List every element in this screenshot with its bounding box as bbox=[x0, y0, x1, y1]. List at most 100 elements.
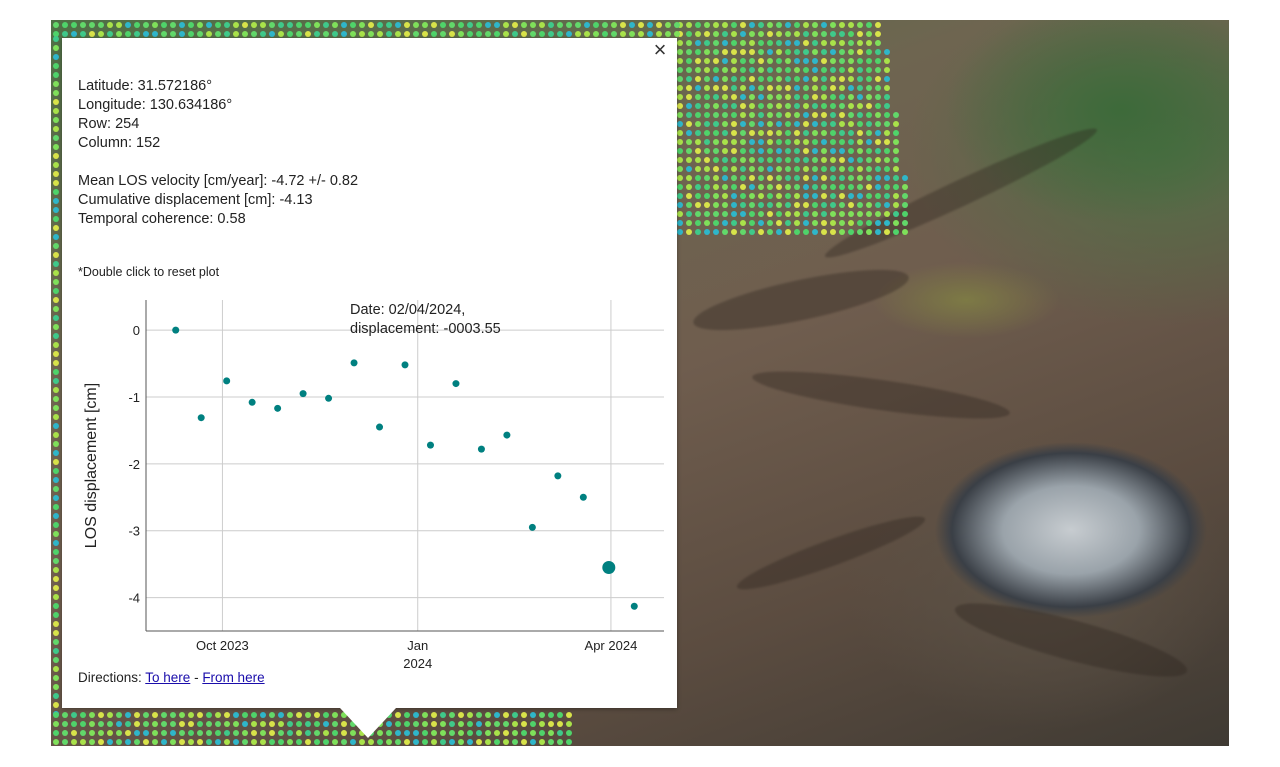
to-here-link[interactable]: To here bbox=[145, 670, 190, 685]
insar-point bbox=[848, 220, 854, 226]
insar-point bbox=[803, 130, 809, 136]
insar-point bbox=[350, 739, 356, 745]
insar-point bbox=[53, 702, 59, 708]
insar-point bbox=[686, 22, 692, 28]
insar-point bbox=[53, 144, 59, 150]
insar-point bbox=[794, 184, 800, 190]
insar-point bbox=[53, 333, 59, 339]
insar-point bbox=[677, 202, 683, 208]
insar-point bbox=[449, 22, 455, 28]
insar-point bbox=[722, 31, 728, 37]
insar-point bbox=[812, 31, 818, 37]
insar-point bbox=[215, 730, 221, 736]
insar-point bbox=[53, 459, 59, 465]
insar-point bbox=[80, 31, 86, 37]
insar-point bbox=[821, 49, 827, 55]
insar-point bbox=[395, 22, 401, 28]
insar-point bbox=[731, 40, 737, 46]
insar-point bbox=[224, 721, 230, 727]
insar-point bbox=[80, 739, 86, 745]
insar-point bbox=[758, 229, 764, 235]
insar-point bbox=[233, 730, 239, 736]
insar-point bbox=[839, 229, 845, 235]
insar-point bbox=[713, 229, 719, 235]
insar-point bbox=[476, 730, 482, 736]
insar-point bbox=[53, 36, 59, 42]
insar-point bbox=[803, 148, 809, 154]
insar-point bbox=[53, 99, 59, 105]
insar-point bbox=[260, 22, 266, 28]
insar-point bbox=[89, 31, 95, 37]
insar-point bbox=[830, 175, 836, 181]
insar-point bbox=[866, 166, 872, 172]
insar-point bbox=[53, 675, 59, 681]
insar-point bbox=[521, 712, 527, 718]
insar-point bbox=[368, 31, 374, 37]
insar-point bbox=[848, 229, 854, 235]
insar-point bbox=[812, 94, 818, 100]
insar-point bbox=[89, 730, 95, 736]
insar-point bbox=[758, 103, 764, 109]
insar-point bbox=[152, 31, 158, 37]
insar-point bbox=[767, 193, 773, 199]
insar-point bbox=[494, 739, 500, 745]
insar-point bbox=[494, 712, 500, 718]
insar-point bbox=[875, 148, 881, 154]
displacement-chart[interactable]: 0 -1 -2 -3 -4 Oct 2023 Jan 2024 Apr 2024 LOS disp… bbox=[62, 38, 677, 678]
insar-point bbox=[179, 22, 185, 28]
insar-point bbox=[848, 67, 854, 73]
insar-point bbox=[767, 220, 773, 226]
insar-point bbox=[704, 121, 710, 127]
insar-point bbox=[713, 103, 719, 109]
insar-point bbox=[830, 103, 836, 109]
insar-point bbox=[749, 22, 755, 28]
insar-point bbox=[206, 31, 212, 37]
insar-point bbox=[821, 85, 827, 91]
insar-point bbox=[713, 139, 719, 145]
insar-point bbox=[323, 730, 329, 736]
insar-point bbox=[812, 211, 818, 217]
insar-point bbox=[713, 76, 719, 82]
insar-point bbox=[767, 130, 773, 136]
insar-point bbox=[242, 31, 248, 37]
insar-point bbox=[758, 85, 764, 91]
insar-point bbox=[170, 22, 176, 28]
insar-point bbox=[134, 31, 140, 37]
insar-point bbox=[677, 112, 683, 118]
insar-point bbox=[866, 220, 872, 226]
insar-point bbox=[884, 130, 890, 136]
insar-point bbox=[449, 31, 455, 37]
insar-point bbox=[188, 739, 194, 745]
insar-point bbox=[848, 94, 854, 100]
insar-point bbox=[803, 94, 809, 100]
insar-point bbox=[758, 220, 764, 226]
insar-point bbox=[53, 504, 59, 510]
from-here-link[interactable]: From here bbox=[202, 670, 264, 685]
insar-point bbox=[677, 175, 683, 181]
insar-point bbox=[413, 31, 419, 37]
insar-point bbox=[530, 31, 536, 37]
insar-point bbox=[785, 202, 791, 208]
insar-point bbox=[812, 202, 818, 208]
insar-point bbox=[875, 112, 881, 118]
insar-point bbox=[794, 202, 800, 208]
insar-point bbox=[812, 175, 818, 181]
insar-point bbox=[440, 739, 446, 745]
insar-point bbox=[749, 103, 755, 109]
insar-point bbox=[776, 139, 782, 145]
insar-point bbox=[731, 139, 737, 145]
insar-point bbox=[686, 130, 692, 136]
insar-point bbox=[503, 730, 509, 736]
insar-point bbox=[197, 31, 203, 37]
insar-point bbox=[866, 139, 872, 145]
insar-point bbox=[857, 229, 863, 235]
insar-point bbox=[830, 211, 836, 217]
insar-point bbox=[704, 211, 710, 217]
insar-point bbox=[161, 712, 167, 718]
insar-point bbox=[794, 175, 800, 181]
insar-point bbox=[830, 139, 836, 145]
insar-point bbox=[875, 94, 881, 100]
insar-point bbox=[314, 22, 320, 28]
insar-point bbox=[776, 94, 782, 100]
insar-point bbox=[305, 22, 311, 28]
